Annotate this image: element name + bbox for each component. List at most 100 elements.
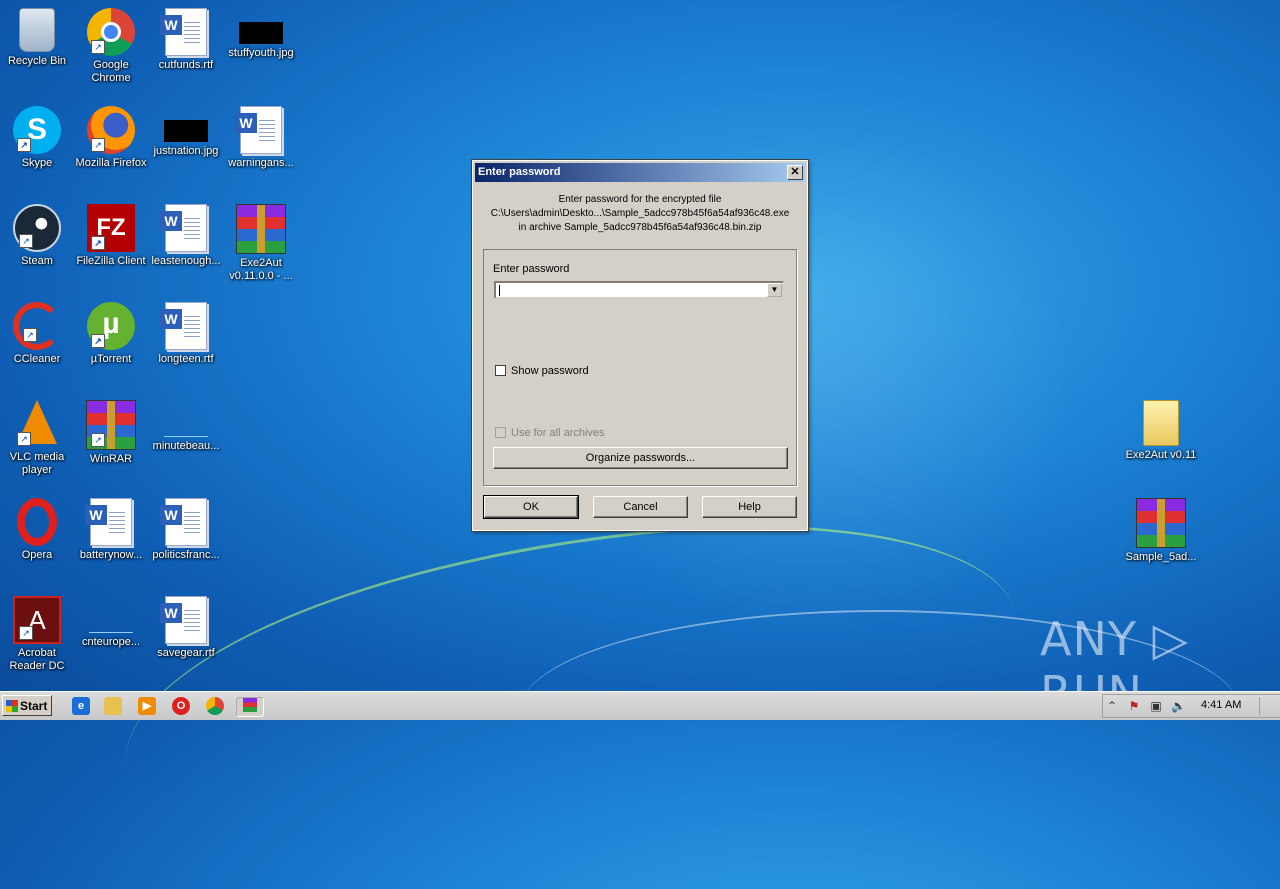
password-input[interactable]: ▼ bbox=[494, 281, 784, 299]
desktop-icon-steam[interactable]: ↗ Steam bbox=[0, 204, 74, 268]
winrar-taskbar-button[interactable] bbox=[236, 697, 264, 717]
close-button[interactable]: ✕ bbox=[787, 165, 803, 180]
image-file-icon bbox=[164, 120, 208, 142]
desktop-icon-batterynow[interactable]: W batterynow... bbox=[74, 498, 148, 562]
desktop-icon-politicsfranc[interactable]: W politicsfranc... bbox=[149, 498, 223, 562]
show-desktop-button[interactable] bbox=[1259, 697, 1270, 715]
desktop-icon-label: minutebeau... bbox=[152, 440, 220, 452]
desktop-icon-label: Opera bbox=[21, 549, 53, 561]
start-label: Start bbox=[20, 699, 48, 713]
desktop-icon-winrar[interactable]: ↗ WinRAR bbox=[74, 400, 148, 466]
volume-icon[interactable]: 🔈 bbox=[1171, 698, 1186, 714]
desktop-icon-label: FileZilla Client bbox=[76, 255, 146, 267]
desktop-icon-label: politicsfranc... bbox=[152, 549, 220, 561]
file-icon bbox=[89, 610, 133, 633]
desktop-icon-label: cnteurope... bbox=[81, 636, 141, 648]
desktop-icon-label: WinRAR bbox=[89, 453, 133, 465]
folder-icon bbox=[1143, 400, 1179, 446]
desktop-icon-savegear[interactable]: W savegear.rtf bbox=[149, 596, 223, 660]
info-line: Enter password for the encrypted file bbox=[558, 194, 722, 205]
text-caret bbox=[499, 285, 500, 296]
help-button[interactable]: Help bbox=[702, 496, 797, 518]
system-tray: ⌃ ⚑ ▣ 🔈 4:41 AM bbox=[1102, 694, 1280, 718]
desktop-icon-label: stuffyouth.jpg bbox=[228, 47, 294, 59]
desktop-icon-label: Acrobat Reader DC bbox=[9, 647, 65, 672]
desktop-icon-chrome[interactable]: ↗ Google Chrome bbox=[74, 8, 148, 85]
recycle-bin-icon bbox=[19, 8, 55, 52]
dropdown-arrow-icon[interactable]: ▼ bbox=[767, 283, 782, 297]
desktop-icon-leastenough[interactable]: W leastenough... bbox=[149, 204, 223, 268]
firefox-icon: ↗ bbox=[87, 106, 135, 154]
desktop-icon-label: Google Chrome bbox=[91, 59, 131, 84]
desktop-icon-label: justnation.jpg bbox=[153, 145, 219, 157]
desktop-icon-label: Skype bbox=[21, 157, 53, 169]
show-hidden-icons-icon[interactable]: ⌃ bbox=[1105, 698, 1119, 714]
file-explorer-icon[interactable] bbox=[104, 697, 122, 715]
cancel-button[interactable]: Cancel bbox=[593, 496, 688, 518]
show-password-label[interactable]: Show password bbox=[511, 365, 589, 377]
info-file-path: C:\Users\admin\Deskto...\Sample_5adcc978… bbox=[490, 208, 790, 219]
image-file-icon bbox=[239, 22, 283, 44]
skype-icon: S ↗ bbox=[13, 106, 61, 154]
desktop-icon-cutfunds[interactable]: W cutfunds.rtf bbox=[149, 8, 223, 72]
desktop-icon-label: batterynow... bbox=[79, 549, 143, 561]
desktop-icon-label: VLC media player bbox=[9, 451, 65, 476]
word-document-icon: W bbox=[85, 498, 132, 546]
word-document-icon: W bbox=[160, 596, 207, 644]
dialog-titlebar[interactable]: Enter password ✕ bbox=[475, 163, 805, 182]
winrar-icon: ↗ bbox=[86, 400, 136, 450]
desktop-icon-label: Recycle Bin bbox=[7, 55, 67, 67]
opera-icon bbox=[17, 498, 57, 546]
desktop-icon-acrobat[interactable]: A ↗ Acrobat Reader DC bbox=[0, 596, 74, 673]
desktop-icon-label: µTorrent bbox=[90, 353, 132, 365]
internet-explorer-icon[interactable]: e bbox=[72, 697, 90, 715]
desktop-icon-longteen[interactable]: W longteen.rtf bbox=[149, 302, 223, 366]
desktop-icon-warningans[interactable]: W warningans... bbox=[224, 106, 298, 170]
desktop-icon-skype[interactable]: S ↗ Skype bbox=[0, 106, 74, 170]
desktop-icon-minutebeau[interactable]: minutebeau... bbox=[149, 400, 223, 453]
desktop-icon-exe2aut[interactable]: Exe2Aut v0.11.0.0 - ... bbox=[224, 204, 298, 283]
file-icon bbox=[164, 414, 208, 437]
desktop-icon-stuffyouth[interactable]: stuffyouth.jpg bbox=[224, 8, 298, 60]
action-center-icon[interactable]: ⚑ bbox=[1127, 698, 1141, 714]
word-document-icon: W bbox=[160, 204, 207, 252]
desktop-icon-ccleaner[interactable]: ↗ CCleaner bbox=[0, 302, 74, 366]
desktop-icon-vlc[interactable]: ↗ VLC media player bbox=[0, 400, 74, 477]
desktop-icon-cnteurope[interactable]: cnteurope... bbox=[74, 596, 148, 649]
opera-taskbar-icon[interactable]: O bbox=[172, 697, 190, 715]
dialog-info: Enter password for the encrypted file C:… bbox=[473, 193, 807, 235]
desktop-icon-justnation[interactable]: justnation.jpg bbox=[149, 106, 223, 158]
chrome-taskbar-icon[interactable] bbox=[206, 697, 224, 715]
desktop-icon-exe2aut-folder[interactable]: Exe2Aut v0.11 bbox=[1124, 400, 1198, 462]
desktop-icon-label: savegear.rtf bbox=[157, 647, 215, 659]
desktop-icon-opera[interactable]: Opera bbox=[0, 498, 74, 562]
windows-logo-icon bbox=[6, 700, 18, 712]
desktop-icon-sample[interactable]: Sample_5ad... bbox=[1124, 498, 1198, 564]
desktop-icon-label: leastenough... bbox=[151, 255, 221, 267]
word-document-icon: W bbox=[160, 302, 207, 350]
network-icon[interactable]: ▣ bbox=[1149, 698, 1163, 714]
word-document-icon: W bbox=[160, 8, 207, 56]
desktop-icon-label: Exe2Aut v0.11.0.0 - ... bbox=[229, 257, 293, 282]
desktop-icon-label: Sample_5ad... bbox=[1125, 551, 1197, 563]
desktop-icon-recycle-bin[interactable]: Recycle Bin bbox=[0, 8, 74, 68]
desktop-icon-filezilla[interactable]: FZ ↗ FileZilla Client bbox=[74, 204, 148, 268]
clock[interactable]: 4:41 AM bbox=[1201, 699, 1241, 711]
password-label: Enter password bbox=[493, 263, 570, 275]
word-document-icon: W bbox=[235, 106, 282, 154]
start-button[interactable]: Start bbox=[2, 695, 52, 716]
show-password-checkbox[interactable] bbox=[495, 365, 506, 376]
organize-passwords-button[interactable]: Organize passwords... bbox=[493, 447, 788, 469]
dialog-title: Enter password bbox=[478, 166, 561, 178]
winrar-icon bbox=[243, 698, 257, 712]
winrar-archive-icon bbox=[1136, 498, 1186, 548]
desktop-icon-label: Mozilla Firefox bbox=[75, 157, 147, 169]
ok-button[interactable]: OK bbox=[483, 495, 579, 519]
desktop-icon-label: longteen.rtf bbox=[158, 353, 214, 365]
word-document-icon: W bbox=[160, 498, 207, 546]
media-player-icon[interactable]: ▶ bbox=[138, 697, 156, 715]
desktop-icon-utorrent[interactable]: µ ↗ µTorrent bbox=[74, 302, 148, 366]
desktop-icon-label: Steam bbox=[21, 255, 53, 267]
desktop-icon-label: cutfunds.rtf bbox=[158, 59, 214, 71]
desktop-icon-firefox[interactable]: ↗ Mozilla Firefox bbox=[74, 106, 148, 170]
